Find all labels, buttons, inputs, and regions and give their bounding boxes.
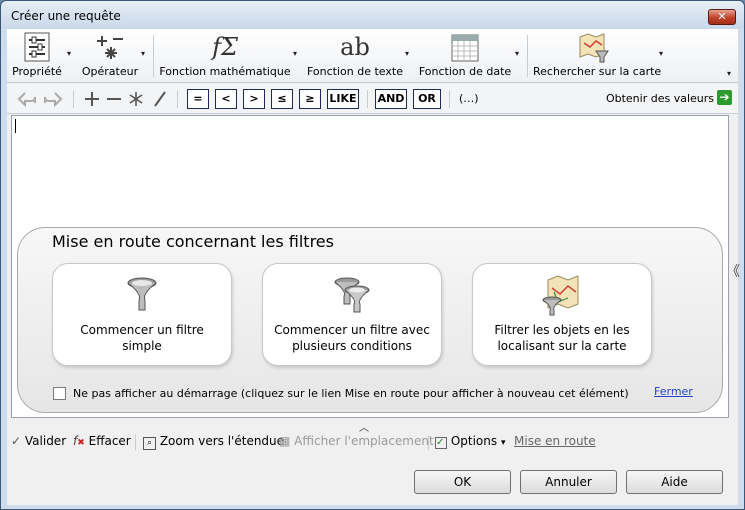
validate-label: Valider — [24, 434, 67, 448]
validate-button[interactable]: ✓ Valider — [11, 434, 66, 448]
less-equal-button[interactable]: ≤ — [271, 89, 293, 109]
dont-show-label: Ne pas afficher au démarrage (cliquez su… — [73, 387, 629, 400]
close-icon[interactable]: ✕ — [708, 9, 736, 25]
operator-icon — [97, 36, 123, 59]
less-than-button[interactable]: < — [215, 89, 237, 109]
map-search-label: Rechercher sur la carte — [533, 65, 662, 78]
map-search-dropdown-icon[interactable]: ▾ — [659, 49, 663, 58]
title-bar: Créer une requête ✕ — [1, 1, 744, 29]
clear-button[interactable]: f✖ Effacer — [73, 434, 131, 448]
getting-started-title: Mise en route concernant les filtres — [52, 232, 334, 251]
toolbar-separator — [73, 90, 74, 108]
clear-formula-icon: f✖ — [73, 434, 85, 448]
options-dropdown-icon: ▾ — [500, 438, 506, 448]
zoom-icon: ⌕ — [143, 437, 156, 450]
obtain-values-link[interactable]: Obtenir des valeurs — [606, 92, 714, 105]
query-builder-window: Créer une requête ✕ Propriété ▾ Opérateu… — [0, 0, 745, 510]
date-function-button[interactable]: Fonction de date — [417, 31, 513, 81]
operator-toolbar: = < > ≤ ≥ LIKE AND OR (…) Obtenir des va… — [7, 84, 738, 114]
toolbar-separator — [153, 35, 154, 77]
zoom-extent-button[interactable]: ⌕ Zoom vers l'étendue — [143, 434, 284, 450]
map-filter-card[interactable]: Filtrer les objets en les localisant sur… — [472, 263, 652, 366]
clear-label: Effacer — [88, 434, 131, 448]
funnel-icon — [127, 277, 157, 311]
operator-button[interactable]: Opérateur — [79, 31, 141, 81]
subtract-icon[interactable] — [105, 89, 123, 109]
zoom-label: Zoom vers l'étendue — [159, 434, 285, 448]
date-function-icon — [451, 34, 479, 62]
divide-icon[interactable] — [151, 89, 169, 109]
like-button[interactable]: LIKE — [327, 89, 359, 109]
or-button[interactable]: OR — [413, 89, 441, 109]
simple-filter-card[interactable]: Commencer un filtre simple — [52, 263, 232, 366]
arrow-right-icon[interactable]: ➔ — [717, 90, 732, 105]
multi-condition-card[interactable]: Commencer un filtre avec plusieurs condi… — [262, 263, 442, 366]
toolbar-overflow-icon[interactable]: ▾ — [727, 69, 731, 78]
property-button[interactable]: Propriété — [9, 31, 65, 81]
toolbar-separator — [527, 35, 528, 77]
map-search-button[interactable]: Rechercher sur la carte — [533, 31, 662, 81]
map-funnel-icon — [542, 275, 579, 316]
toolbar-separator — [449, 90, 450, 108]
undo-icon[interactable] — [17, 89, 37, 109]
function-toolbar: Propriété ▾ Opérateur ▾ fΣ Fonction math… — [7, 29, 738, 83]
text-function-icon: ab — [340, 33, 370, 61]
checkmark-icon: ✓ — [11, 434, 22, 448]
property-icon — [24, 32, 50, 62]
greater-equal-button[interactable]: ≥ — [299, 89, 321, 109]
and-button[interactable]: AND — [375, 89, 407, 109]
map-search-icon — [579, 33, 609, 63]
getting-started-panel: Mise en route concernant les filtres Com… — [17, 227, 723, 413]
add-icon[interactable] — [83, 89, 101, 109]
math-function-button[interactable]: fΣ Fonction mathématique — [157, 31, 293, 81]
property-label: Propriété — [12, 65, 62, 78]
collapse-left-icon[interactable]: 《 — [726, 261, 740, 281]
math-function-icon: fΣ — [212, 33, 238, 61]
show-location-button[interactable]: ▦ Afficher l'emplacement — [279, 434, 434, 448]
help-button[interactable]: Aide — [626, 470, 723, 494]
date-function-dropdown-icon[interactable]: ▾ — [515, 49, 519, 58]
toolbar-separator — [177, 90, 178, 108]
property-dropdown-icon[interactable]: ▾ — [67, 49, 71, 58]
funnels-icon — [334, 277, 370, 313]
multiply-icon[interactable] — [127, 89, 145, 109]
redo-icon[interactable] — [43, 89, 63, 109]
action-separator — [428, 435, 429, 450]
options-label: Options — [450, 434, 498, 448]
options-check-icon: ✓ — [435, 437, 447, 449]
dialog-body: Propriété ▾ Opérateur ▾ fΣ Fonction math… — [7, 29, 740, 505]
action-separator — [135, 435, 136, 450]
window-title: Créer une requête — [11, 9, 121, 23]
greater-than-button[interactable]: > — [243, 89, 265, 109]
operator-dropdown-icon[interactable]: ▾ — [141, 49, 145, 58]
text-caret — [15, 119, 16, 133]
close-panel-link[interactable]: Fermer — [654, 385, 693, 398]
show-location-label: Afficher l'emplacement — [294, 434, 434, 448]
ok-button[interactable]: OK — [414, 470, 511, 494]
date-function-label: Fonction de date — [418, 65, 512, 78]
multi-condition-label: Commencer un filtre avec plusieurs condi… — [274, 323, 430, 353]
map-filter-label: Filtrer les objets en les localisant sur… — [494, 323, 630, 353]
text-function-button[interactable]: ab Fonction de texte — [307, 31, 403, 81]
text-function-dropdown-icon[interactable]: ▾ — [405, 49, 409, 58]
text-function-label: Fonction de texte — [307, 65, 403, 78]
parentheses-button[interactable]: (…) — [459, 92, 479, 105]
cancel-button[interactable]: Annuler — [520, 470, 617, 494]
simple-filter-label: Commencer un filtre simple — [80, 323, 204, 353]
options-button[interactable]: ✓ Options ▾ — [435, 434, 506, 449]
getting-started-link[interactable]: Mise en route — [514, 434, 596, 448]
location-icon: ▦ — [279, 434, 291, 448]
operator-label: Opérateur — [81, 65, 139, 78]
equals-button[interactable]: = — [187, 89, 209, 109]
action-bar: ✓ Valider f✖ Effacer ⌕ Zoom vers l'étend… — [7, 430, 738, 454]
dont-show-checkbox[interactable] — [53, 387, 66, 400]
toolbar-separator — [367, 90, 368, 108]
math-function-dropdown-icon[interactable]: ▾ — [293, 49, 297, 58]
math-function-label: Fonction mathématique — [159, 65, 291, 78]
